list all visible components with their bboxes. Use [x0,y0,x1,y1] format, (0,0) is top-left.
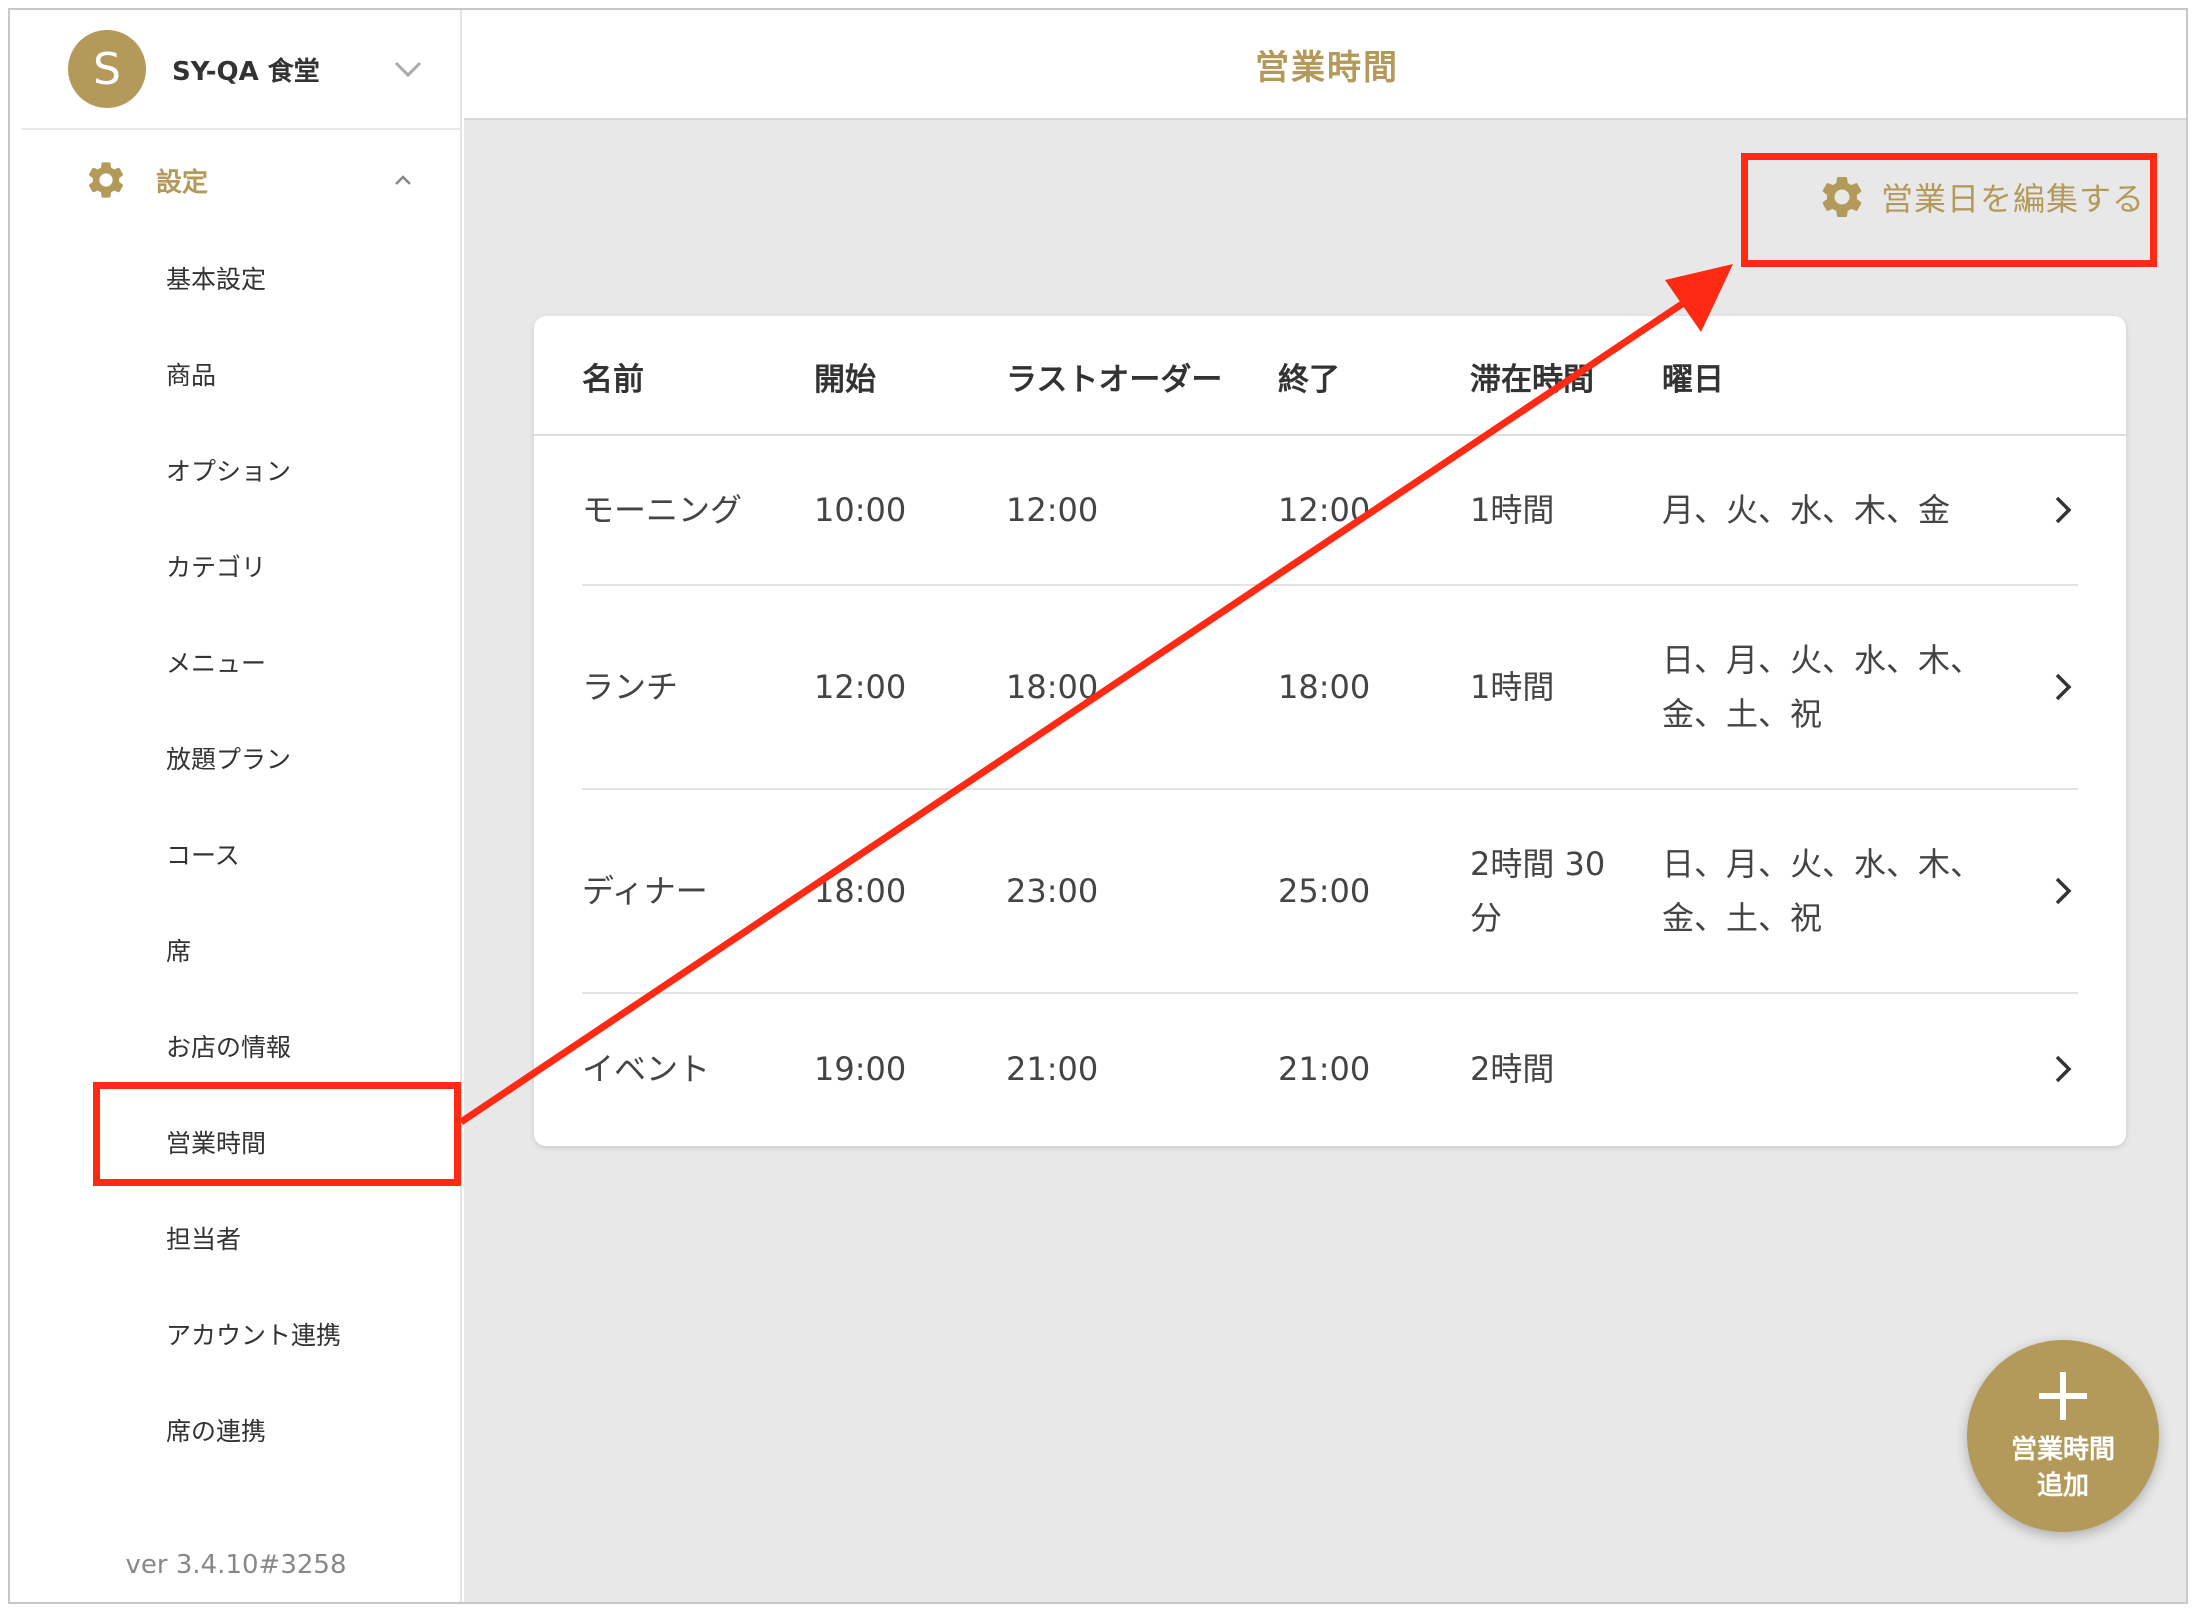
cell-last-order: 21:00 [1006,1050,1099,1088]
chevron-right-icon[interactable] [2048,667,2078,707]
chevron-up-icon[interactable] [388,165,418,195]
sidebar-item-options[interactable]: オプション [10,422,462,518]
sidebar-item-products[interactable]: 商品 [10,326,462,422]
cell-days: 日、月、火、水、木、 金、土、祝 [1662,641,1983,733]
sidebar-item-seats[interactable]: 席 [10,902,462,998]
add-business-hours-button[interactable]: 営業時間 追加 [1967,1340,2159,1532]
store-switcher[interactable]: S SY-QA 食堂 [22,10,462,130]
cell-stay: 2時間 30 分 [1470,845,1606,937]
cell-start: 12:00 [814,668,907,706]
cell-end: 18:00 [1278,668,1371,706]
page-title: 営業時間 [1255,47,1399,88]
table-row[interactable]: モーニング 10:00 12:00 12:00 1時間 月、火、水、木、金 [582,436,2078,586]
sidebar-item-staff[interactable]: 担当者 [10,1190,462,1286]
cell-days: 月、火、水、木、金 [1662,491,1951,529]
version-label: ver 3.4.10#3258 [125,1550,347,1580]
cell-last-order: 18:00 [1006,668,1099,706]
chevron-right-icon[interactable] [2048,871,2078,911]
cell-days: 日、月、火、水、木、 金、土、祝 [1662,845,1983,937]
cell-stay: 1時間 [1470,668,1555,706]
column-header-end: 終了 [1278,361,1340,398]
column-header-days: 曜日 [1662,361,1724,398]
column-header-last-order: ラストオーダー [1006,361,1223,398]
fab-label-line2: 追加 [2036,1471,2089,1501]
sidebar-item-categories[interactable]: カテゴリ [10,518,462,614]
cell-end: 12:00 [1278,491,1371,529]
sidebar-section-settings[interactable]: 設定 [10,140,462,220]
column-header-name: 名前 [582,361,644,398]
cell-last-order: 12:00 [1006,491,1099,529]
top-bar: 営業時間 [464,10,2186,120]
business-hours-table: 名前 開始 ラストオーダー 終了 滞在時間 曜日 モーニング 10:00 12:… [534,316,2126,1146]
column-header-start: 開始 [814,361,876,398]
table-row[interactable]: ランチ 12:00 18:00 18:00 1時間 日、月、火、水、木、 金、土… [582,586,2078,790]
sidebar: S SY-QA 食堂 設定 基本設定 商品 オプション カテゴリ メニュー 放題… [10,10,462,1602]
column-header-stay-time: 滞在時間 [1470,361,1594,398]
cell-end: 25:00 [1278,872,1371,910]
fab-label-line1: 営業時間 [2010,1435,2115,1465]
cell-last-order: 23:00 [1006,872,1099,910]
sidebar-item-all-you-can-plans[interactable]: 放題プラン [10,710,462,806]
store-name: SY-QA 食堂 [172,56,320,87]
cell-start: 18:00 [814,872,907,910]
sidebar-item-store-info[interactable]: お店の情報 [10,998,462,1094]
sidebar-item-seat-link[interactable]: 席の連携 [10,1382,462,1478]
cell-name: モーニング [582,491,743,529]
cell-start: 10:00 [814,491,907,529]
cell-name: ディナー [582,872,708,910]
table-row[interactable]: イベント 19:00 21:00 21:00 2時間 [582,994,2078,1144]
gear-icon [88,162,124,198]
cell-start: 19:00 [814,1050,907,1088]
cell-name: イベント [582,1050,711,1088]
sidebar-item-courses[interactable]: コース [10,806,462,902]
table-row[interactable]: ディナー 18:00 23:00 25:00 2時間 30 分 日、月、火、水、… [582,790,2078,994]
chevron-down-icon[interactable] [388,49,428,89]
sidebar-item-basic-settings[interactable]: 基本設定 [10,230,462,326]
plus-icon [2039,1372,2087,1420]
avatar: S [68,30,146,108]
chevron-right-icon[interactable] [2048,1049,2078,1089]
chevron-right-icon[interactable] [2048,490,2078,530]
highlight-box-sidebar [93,1082,461,1186]
cell-end: 21:00 [1278,1050,1371,1088]
table-header: 名前 開始 ラストオーダー 終了 滞在時間 曜日 [534,316,2126,436]
cell-stay: 1時間 [1470,491,1555,529]
settings-menu: 基本設定 商品 オプション カテゴリ メニュー 放題プラン コース 席 お店の情… [10,230,462,1478]
highlight-box-edit-days [1741,153,2157,267]
cell-stay: 2時間 [1470,1050,1555,1088]
sidebar-item-menu[interactable]: メニュー [10,614,462,710]
cell-name: ランチ [582,668,679,706]
sidebar-item-account-link[interactable]: アカウント連携 [10,1286,462,1382]
settings-label: 設定 [156,167,209,198]
